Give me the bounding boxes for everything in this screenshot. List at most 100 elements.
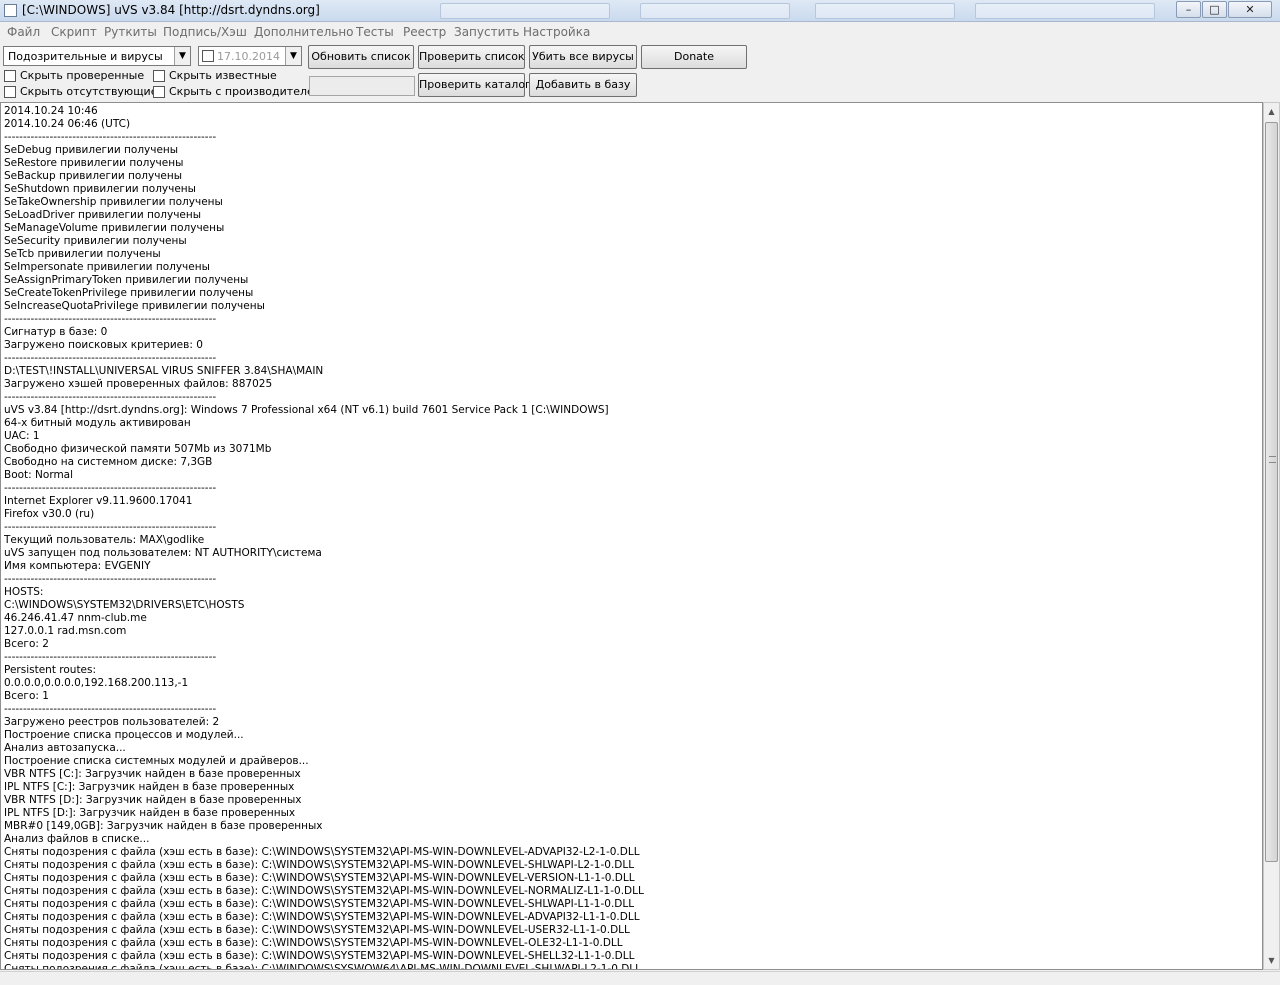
log-line: Анализ автозапуска... xyxy=(4,742,126,754)
app-icon xyxy=(4,4,17,17)
menu-file[interactable]: Файл xyxy=(7,25,40,39)
chevron-down-icon[interactable]: ▼ xyxy=(174,47,190,65)
log-line: SeLoadDriver привилегии получены xyxy=(4,209,202,221)
log-line: Сигнатур в базе: 0 xyxy=(4,326,108,338)
hide-vendor-checkbox[interactable]: Скрыть с производителем xyxy=(153,85,322,99)
checkbox-box[interactable] xyxy=(153,70,165,82)
filter-select[interactable]: Подозрительные и вирусы ▼ xyxy=(3,46,191,66)
chevron-down-icon[interactable]: ▼ xyxy=(285,47,301,65)
refresh-list-button[interactable]: Обновить список xyxy=(308,45,414,69)
log-line: ----------------------------------------… xyxy=(4,651,217,663)
progress-field xyxy=(309,76,415,96)
minimize-button[interactable]: – xyxy=(1176,1,1201,18)
log-line: SeImpersonate привилегии получены xyxy=(4,261,210,273)
menu-tests[interactable]: Тесты xyxy=(356,25,394,39)
check-list-button[interactable]: Проверить список xyxy=(418,45,525,69)
log-line: Свободно на системном диске: 7,3GB xyxy=(4,456,213,468)
hide-known-checkbox[interactable]: Скрыть известные xyxy=(153,69,303,83)
log-line: VBR NTFS [C:]: Загрузчик найден в базе п… xyxy=(4,768,301,780)
checkbox-box[interactable] xyxy=(153,86,165,98)
log-line: Сняты подозрения с файла (хэш есть в баз… xyxy=(4,846,640,858)
menu-run[interactable]: Запустить xyxy=(454,25,519,39)
log-line: SeDebug привилегии получены xyxy=(4,144,179,156)
checkbox-box[interactable] xyxy=(4,70,16,82)
log-line: Boot: Normal xyxy=(4,469,74,481)
close-button[interactable]: ✕ xyxy=(1228,1,1272,18)
log-line: Имя компьютера: EVGENIY xyxy=(4,560,151,572)
log-line: 64-х битный модуль активирован xyxy=(4,417,191,429)
donate-button[interactable]: Donate xyxy=(641,45,747,69)
log-line: ----------------------------------------… xyxy=(4,482,217,494)
log-line: Загружено поисковых критериев: 0 xyxy=(4,339,203,351)
checkbox-box[interactable] xyxy=(4,86,16,98)
kill-all-viruses-button[interactable]: Убить все вирусы xyxy=(529,45,637,69)
log-line: IPL NTFS [C:]: Загрузчик найден в базе п… xyxy=(4,781,295,793)
menu-rootkits[interactable]: Руткиты xyxy=(104,25,157,39)
log-line: ----------------------------------------… xyxy=(4,352,217,364)
log-line: Сняты подозрения с файла (хэш есть в баз… xyxy=(4,859,635,871)
date-value: 17.10.2014 xyxy=(217,50,280,63)
log-line: Сняты подозрения с файла (хэш есть в баз… xyxy=(4,911,640,923)
filter-select-value: Подозрительные и вирусы xyxy=(8,50,163,63)
menu-bar: Файл Скрипт Руткиты Подпись/Хэш Дополнит… xyxy=(0,22,1280,42)
checkbox-label: Скрыть известные xyxy=(169,69,277,82)
scroll-down-icon[interactable]: ▼ xyxy=(1264,952,1279,969)
log-line: ----------------------------------------… xyxy=(4,391,217,403)
check-directory-button[interactable]: Проверить каталог xyxy=(418,73,531,97)
log-line: Всего: 2 xyxy=(4,638,49,650)
log-line: SeTcb привилегии получены xyxy=(4,248,161,260)
log-line: HOSTS: xyxy=(4,586,44,598)
log-line: SeCreateTokenPrivilege привилегии получе… xyxy=(4,287,254,299)
menu-additional[interactable]: Дополнительно xyxy=(254,25,354,39)
log-line: 2014.10.24 06:46 (UTC) xyxy=(4,118,131,130)
add-to-database-button[interactable]: Добавить в базу xyxy=(529,73,637,97)
log-line: Сняты подозрения с файла (хэш есть в баз… xyxy=(4,872,635,884)
hide-missing-checkbox[interactable]: Скрыть отсутствующие xyxy=(4,85,157,99)
log-line: Анализ файлов в списке... xyxy=(4,833,150,845)
vertical-scrollbar[interactable]: ▲ ▼ xyxy=(1263,102,1280,970)
scroll-thumb[interactable] xyxy=(1265,122,1278,862)
log-line: 127.0.0.1 rad.msn.com xyxy=(4,625,127,637)
log-line: SeSecurity привилегии получены xyxy=(4,235,187,247)
log-line: uVS v3.84 [http://dsrt.dyndns.org]: Wind… xyxy=(4,404,609,416)
log-line: 46.246.41.47 nnm-club.me xyxy=(4,612,147,624)
log-output[interactable]: 2014.10.24 10:46 2014.10.24 06:46 (UTC) --… xyxy=(0,102,1263,970)
checkbox-label: Скрыть проверенные xyxy=(20,69,145,82)
background-taskbar-ghost xyxy=(640,3,790,19)
date-enable-checkbox[interactable] xyxy=(202,50,214,62)
title-bar[interactable]: [C:\WINDOWS] uVS v3.84 [http://dsrt.dynd… xyxy=(0,0,1280,22)
scroll-up-icon[interactable]: ▲ xyxy=(1264,103,1279,120)
background-taskbar-ghost xyxy=(975,3,1155,19)
date-picker[interactable]: 17.10.2014 ▼ xyxy=(198,46,302,66)
maximize-button[interactable]: □ xyxy=(1202,1,1227,18)
menu-registry[interactable]: Реестр xyxy=(403,25,446,39)
log-line: ----------------------------------------… xyxy=(4,313,217,325)
log-line: Всего: 1 xyxy=(4,690,49,702)
log-line: SeRestore привилегии получены xyxy=(4,157,184,169)
menu-sign-hash[interactable]: Подпись/Хэш xyxy=(163,25,247,39)
hide-checked-checkbox[interactable]: Скрыть проверенные xyxy=(4,69,149,83)
log-line: SeTakeOwnership привилегии получены xyxy=(4,196,223,208)
log-line: ----------------------------------------… xyxy=(4,521,217,533)
log-line: Сняты подозрения с файла (хэш есть в баз… xyxy=(4,885,644,897)
checkbox-label: Скрыть с производителем xyxy=(169,85,323,98)
log-line: Сняты подозрения с файла (хэш есть в баз… xyxy=(4,963,641,970)
menu-settings[interactable]: Настройка xyxy=(523,25,590,39)
log-line: Firefox v30.0 (ru) xyxy=(4,508,95,520)
log-line: SeIncreaseQuotaPrivilege привилегии полу… xyxy=(4,300,265,312)
log-line: MBR#0 [149,0GB]: Загрузчик найден в базе… xyxy=(4,820,323,832)
log-line: Свободно физической памяти 507Mb из 3071… xyxy=(4,443,272,455)
log-line: Internet Explorer v9.11.9600.17041 xyxy=(4,495,193,507)
log-line: Сняты подозрения с файла (хэш есть в баз… xyxy=(4,937,623,949)
checkbox-label: Скрыть отсутствующие xyxy=(20,85,158,98)
menu-script[interactable]: Скрипт xyxy=(51,25,97,39)
log-line: Сняты подозрения с файла (хэш есть в баз… xyxy=(4,898,635,910)
status-bar xyxy=(0,971,1280,985)
log-line: ----------------------------------------… xyxy=(4,131,217,143)
window-title: [C:\WINDOWS] uVS v3.84 [http://dsrt.dynd… xyxy=(22,3,320,17)
log-line: SeManageVolume привилегии получены xyxy=(4,222,225,234)
log-line: 0.0.0.0,0.0.0.0,192.168.200.113,-1 xyxy=(4,677,189,689)
log-line: UAC: 1 xyxy=(4,430,40,442)
log-line: Сняты подозрения с файла (хэш есть в баз… xyxy=(4,950,635,962)
log-line: SeBackup привилегии получены xyxy=(4,170,183,182)
